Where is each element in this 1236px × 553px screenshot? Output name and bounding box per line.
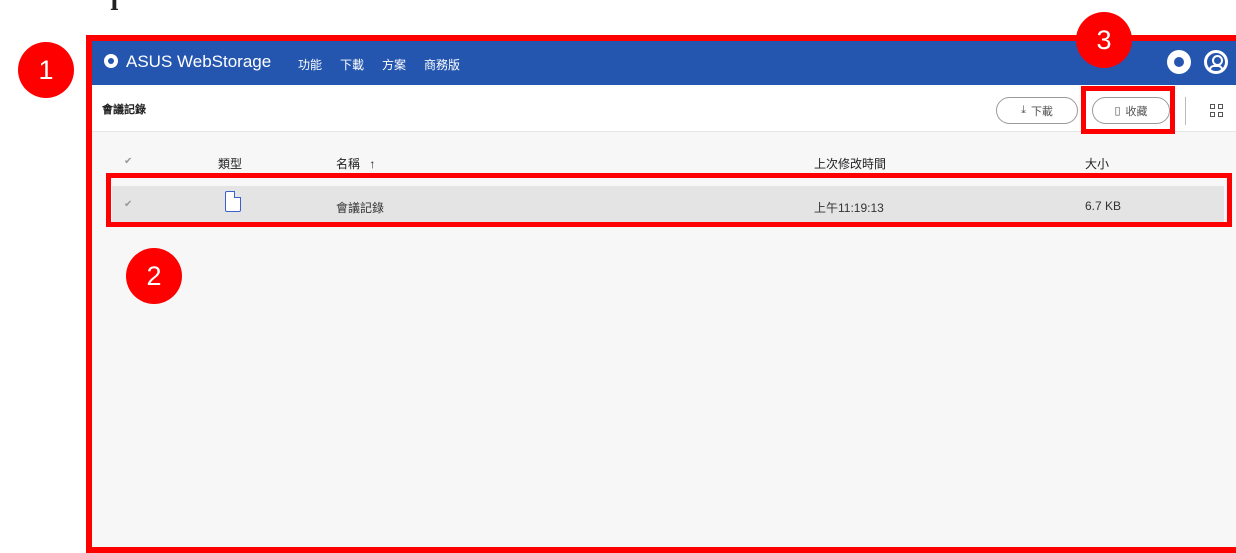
- table-header: ✔ 類型 名稱 ↑ 上次修改時間 大小: [92, 153, 1236, 175]
- app-window: ASUS WebStorage 功能 下載 方案 商務版 會議記錄 ⤓ 下載 ▯…: [86, 35, 1236, 553]
- brand-name[interactable]: ASUS WebStorage: [126, 52, 271, 72]
- toolbar: 會議記錄 ⤓ 下載 ▯ 收藏: [92, 85, 1236, 132]
- nav-business[interactable]: 商務版: [424, 56, 460, 73]
- highlight-row-box: [106, 173, 1232, 227]
- user-icon[interactable]: [1204, 50, 1228, 74]
- step-badge-1: 1: [18, 42, 74, 98]
- top-nav-bar: ASUS WebStorage 功能 下載 方案 商務版: [92, 41, 1236, 85]
- step-badge-2: 2: [126, 248, 182, 304]
- download-button[interactable]: ⤓ 下載: [996, 97, 1078, 124]
- highlight-favorite-box: [1081, 86, 1175, 134]
- nav-features[interactable]: 功能: [298, 56, 322, 73]
- page-title: 會議記錄: [102, 104, 146, 116]
- cropped-heading: ℹ: [110, 0, 320, 10]
- sort-arrow-icon[interactable]: ↑: [369, 157, 375, 171]
- download-icon: ⤓: [1021, 104, 1026, 116]
- globe-icon[interactable]: [1167, 50, 1191, 74]
- main-nav: 功能 下載 方案 商務版: [298, 56, 478, 73]
- select-all-checkbox[interactable]: ✔: [124, 156, 136, 168]
- logo-icon: [104, 54, 118, 68]
- download-label: 下載: [1030, 105, 1053, 118]
- step-badge-3: 3: [1076, 12, 1132, 68]
- nav-plans[interactable]: 方案: [382, 56, 406, 73]
- column-modified[interactable]: 上次修改時間: [814, 155, 886, 172]
- column-name-label: 名稱: [336, 157, 361, 171]
- column-size[interactable]: 大小: [1085, 155, 1109, 172]
- toolbar-divider: [1185, 97, 1186, 125]
- column-name[interactable]: 名稱 ↑: [336, 155, 375, 172]
- grid-view-icon[interactable]: [1210, 104, 1223, 117]
- nav-download[interactable]: 下載: [340, 56, 364, 73]
- column-type: 類型: [218, 157, 243, 171]
